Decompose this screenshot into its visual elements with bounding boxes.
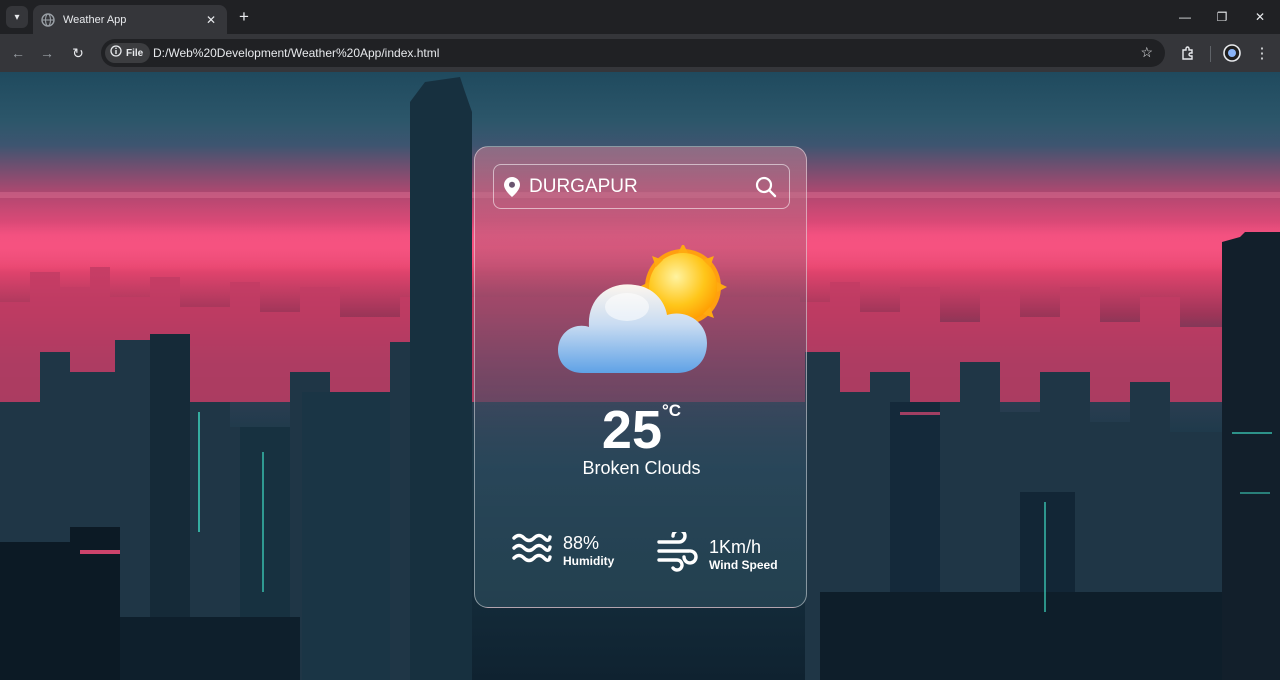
address-bar[interactable]: File D:/Web%20Development/Weather%20App/…	[101, 39, 1165, 67]
temperature-value: 25	[601, 400, 662, 460]
site-chip-label: File	[126, 47, 144, 59]
extensions-puzzle-icon[interactable]	[1178, 43, 1198, 63]
humidity-label: Humidity	[563, 554, 615, 568]
browser-toolbar: ← → ↻ File D:/Web%20Development/Weather%…	[0, 34, 1280, 72]
weather-card: 25°C Broken Clouds 88% Humidity 1Km/h Wi…	[474, 146, 807, 608]
toolbar-divider	[1210, 46, 1211, 62]
search-box	[493, 164, 790, 209]
new-tab-button[interactable]: +	[234, 7, 254, 27]
wind-speed-value: 1Km/h	[709, 537, 762, 557]
maximize-button[interactable]: ❐	[1208, 6, 1236, 28]
sun-behind-cloud-icon	[555, 243, 730, 385]
temperature: 25°C	[475, 399, 808, 461]
reload-icon[interactable]: ↻	[67, 42, 89, 64]
site-info-chip[interactable]: File	[105, 43, 151, 63]
tab-search-chevron-icon[interactable]: ▾	[6, 6, 28, 28]
wind-detail: 1Km/h Wind Speed	[657, 528, 778, 577]
humidity-value: 88%	[563, 533, 600, 553]
wind-speed-label: Wind Speed	[709, 558, 778, 572]
wind-icon	[657, 528, 699, 577]
url-text[interactable]: D:/Web%20Development/Weather%20App/index…	[153, 46, 439, 60]
bookmark-star-icon[interactable]: ☆	[1140, 44, 1153, 61]
globe-icon	[41, 12, 55, 27]
more-menu-icon[interactable]: ⋮	[1252, 43, 1272, 63]
tab-strip: ▾ Weather App ✕ + — ❐ ✕	[0, 0, 1280, 34]
tab-close-icon[interactable]: ✕	[203, 13, 219, 27]
temperature-unit: °C	[662, 401, 682, 420]
search-icon[interactable]	[755, 176, 777, 198]
info-icon	[110, 44, 122, 62]
city-search-input[interactable]	[529, 175, 749, 199]
minimize-button[interactable]: —	[1171, 6, 1199, 28]
profile-avatar-icon[interactable]	[1222, 43, 1242, 63]
page-background: 25°C Broken Clouds 88% Humidity 1Km/h Wi…	[0, 72, 1280, 680]
location-pin-icon	[504, 177, 520, 202]
back-arrow-icon[interactable]: ←	[7, 42, 29, 64]
weather-description: Broken Clouds	[582, 458, 701, 478]
humidity-detail: 88% Humidity	[511, 532, 614, 569]
water-waves-icon	[511, 532, 553, 569]
tab-title: Weather App	[63, 13, 127, 26]
browser-tab-weather-app[interactable]: Weather App ✕	[33, 5, 227, 34]
close-window-button[interactable]: ✕	[1246, 6, 1274, 28]
forward-arrow-icon[interactable]: →	[36, 42, 58, 64]
